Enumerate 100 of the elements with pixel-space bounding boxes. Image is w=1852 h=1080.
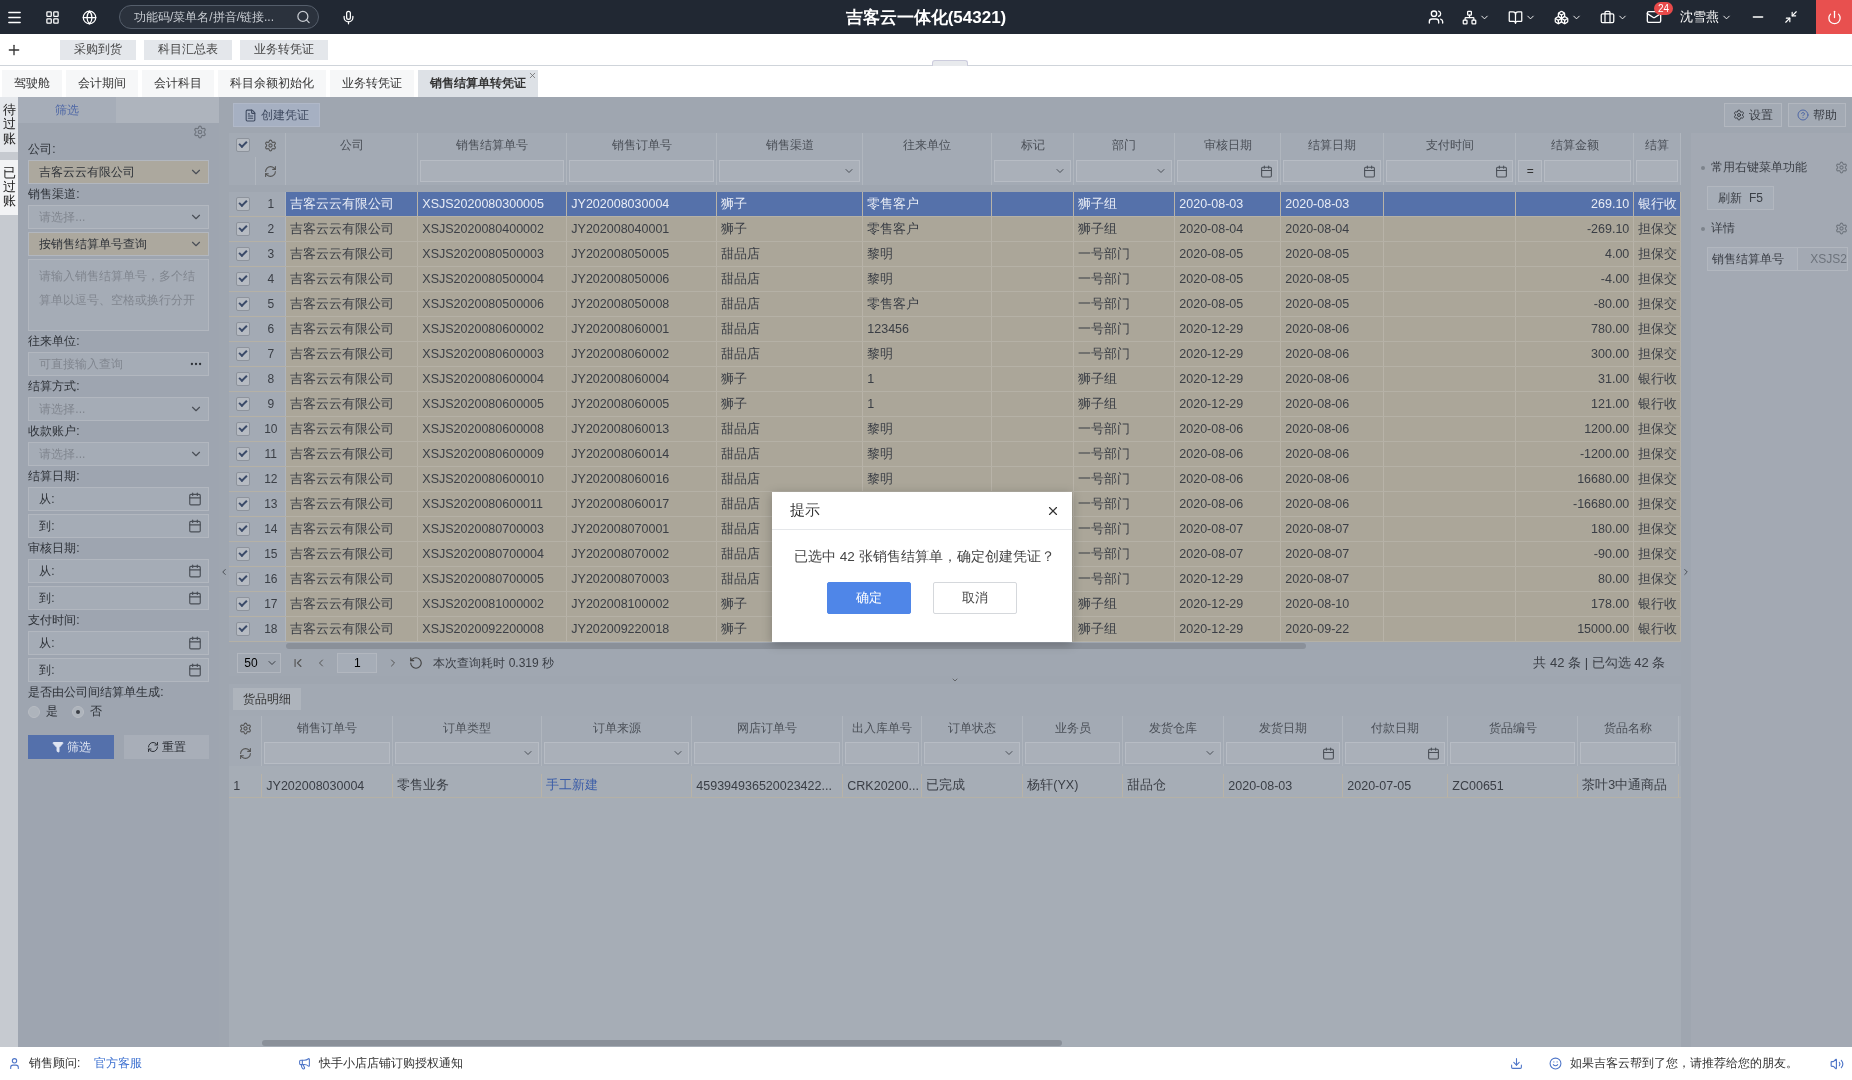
table-cell: 黎明 bbox=[867, 245, 894, 263]
row-number: 12 bbox=[256, 467, 287, 491]
table-cell: XSJS2020080600002 bbox=[422, 322, 544, 336]
table-cell: 269.10 bbox=[1591, 197, 1630, 211]
table-cell: 2020-12-29 bbox=[1179, 597, 1244, 611]
table-cell: 2020-08-03 bbox=[1179, 197, 1244, 211]
table-cell: 15000.00 bbox=[1577, 622, 1630, 636]
row-number: 16 bbox=[256, 567, 287, 591]
table-cell: 狮子 bbox=[721, 195, 748, 213]
table-cell: 零售业务 bbox=[397, 777, 450, 794]
table-cell: 吉客云云有限公司 bbox=[290, 370, 395, 388]
table-cell: 2020-08-07 bbox=[1285, 572, 1350, 586]
row-number: 3 bbox=[256, 242, 287, 266]
field-label: 结算日期: bbox=[28, 469, 81, 484]
table-cell: XSJS2020080500004 bbox=[422, 272, 544, 286]
table-cell: 吉客云云有限公司 bbox=[290, 245, 395, 263]
dialog-title: 提示 bbox=[790, 501, 820, 520]
table-cell: 2020-08-06 bbox=[1285, 372, 1350, 386]
table-cell: 吉客云云有限公司 bbox=[290, 395, 395, 413]
table-cell: 甜品店 bbox=[721, 570, 761, 588]
table-cell: XSJS2020080500006 bbox=[422, 297, 544, 311]
table-cell: XSJS2020080600011 bbox=[422, 497, 544, 511]
table-cell: 180.00 bbox=[1591, 522, 1630, 536]
table-cell: 1200.00 bbox=[1584, 422, 1630, 436]
table-cell: -1200.00 bbox=[1579, 447, 1630, 461]
table-cell: XSJS2020081000002 bbox=[422, 597, 544, 611]
table-cell: 吉客云云有限公司 bbox=[290, 420, 395, 438]
table-cell: -269.10 bbox=[1586, 222, 1630, 236]
table-cell: 狮子 bbox=[721, 220, 748, 238]
table-cell: 一号部门 bbox=[1078, 245, 1131, 263]
table-cell: 780.00 bbox=[1591, 322, 1630, 336]
table-cell: 一号部门 bbox=[1078, 495, 1131, 513]
table-cell: 杨轩(YX) bbox=[1027, 777, 1079, 794]
row-number: 1 bbox=[256, 192, 287, 216]
table-cell: XSJS2020080600010 bbox=[422, 472, 544, 486]
table-cell: 担保交 bbox=[1638, 295, 1678, 313]
table-cell: 吉客云云有限公司 bbox=[290, 470, 395, 488]
table-cell: 2020-12-29 bbox=[1179, 347, 1244, 361]
table-cell: 吉客云云有限公司 bbox=[290, 195, 395, 213]
row-number: 10 bbox=[256, 417, 287, 441]
detail-label: 销售结算单号 bbox=[1708, 248, 1799, 270]
row-number: 5 bbox=[256, 292, 287, 316]
table-cell: 一号部门 bbox=[1078, 345, 1131, 363]
table-cell: JY202008060016 bbox=[571, 472, 670, 486]
table-cell: 甜品店 bbox=[721, 445, 761, 463]
table-cell: 零售客户 bbox=[867, 220, 920, 238]
table-cell: 2020-08-05 bbox=[1179, 247, 1244, 261]
table-cell: 黎明 bbox=[867, 270, 894, 288]
table-cell: JY202008060004 bbox=[571, 372, 670, 386]
table-cell: 2020-08-07 bbox=[1285, 522, 1350, 536]
table-cell: 狮子 bbox=[721, 395, 748, 413]
table-cell: 甜品店 bbox=[721, 270, 761, 288]
table-cell: 2020-08-06 bbox=[1179, 497, 1244, 511]
table-cell: 狮子组 bbox=[1078, 220, 1118, 238]
table-cell: JY202008070003 bbox=[571, 572, 670, 586]
table-cell: 1 bbox=[867, 397, 875, 411]
table-cell: 吉客云云有限公司 bbox=[290, 495, 395, 513]
table-cell: 吉客云云有限公司 bbox=[290, 545, 395, 563]
row-number: 13 bbox=[256, 492, 287, 516]
table-cell: 2020-08-05 bbox=[1179, 297, 1244, 311]
table-cell: 银行收 bbox=[1638, 395, 1678, 413]
table-cell: 2020-08-05 bbox=[1179, 272, 1244, 286]
table-cell: JY202008060005 bbox=[571, 397, 670, 411]
table-cell: JY202008050008 bbox=[571, 297, 670, 311]
table-cell: 459394936520023422... bbox=[696, 778, 832, 793]
section-title: 详情 bbox=[1711, 220, 1737, 237]
table-cell: 狮子 bbox=[721, 620, 748, 638]
row-number: 6 bbox=[256, 317, 287, 341]
table-cell: 甜品店 bbox=[721, 470, 761, 488]
table-cell: 甜品店 bbox=[721, 520, 761, 538]
query-time: 本次查询耗时 0.319 秒 bbox=[433, 654, 554, 672]
table-cell: 一号部门 bbox=[1078, 570, 1131, 588]
table-cell: 黎明 bbox=[867, 445, 894, 463]
table-cell: 2020-07-05 bbox=[1347, 778, 1412, 793]
table-cell: 担保交 bbox=[1638, 520, 1678, 538]
table-cell: JY202009220018 bbox=[571, 622, 670, 636]
table-cell: JY202008060002 bbox=[571, 347, 670, 361]
table-cell: 2020-08-05 bbox=[1285, 297, 1350, 311]
table-cell: 1 bbox=[867, 372, 875, 386]
row-number: 2 bbox=[256, 217, 287, 241]
table-cell: 一号部门 bbox=[1078, 520, 1131, 538]
table-cell: 吉客云云有限公司 bbox=[290, 445, 395, 463]
table-cell: JY202008060014 bbox=[571, 447, 670, 461]
table-cell: 2020-08-06 bbox=[1285, 397, 1350, 411]
table-cell: 担保交 bbox=[1638, 245, 1678, 263]
table-cell: -80.00 bbox=[1593, 297, 1630, 311]
table-cell: 2020-08-05 bbox=[1285, 247, 1350, 261]
table-cell: XSJS2020080600008 bbox=[422, 422, 544, 436]
row-number: 8 bbox=[256, 367, 287, 391]
table-cell: 2020-09-22 bbox=[1285, 622, 1350, 636]
table-cell: 甜品店 bbox=[721, 295, 761, 313]
table-cell: 狮子组 bbox=[1078, 395, 1118, 413]
table-cell: 2020-08-06 bbox=[1285, 322, 1350, 336]
table-cell: 银行收 bbox=[1638, 370, 1678, 388]
table-cell: XSJS2020080700005 bbox=[422, 572, 544, 586]
table-cell: 甜品店 bbox=[721, 345, 761, 363]
table-cell: 2020-08-04 bbox=[1285, 222, 1350, 236]
table-cell: 2020-08-06 bbox=[1179, 447, 1244, 461]
table-cell: 2020-08-06 bbox=[1285, 422, 1350, 436]
table-cell: XSJS2020080500003 bbox=[422, 247, 544, 261]
